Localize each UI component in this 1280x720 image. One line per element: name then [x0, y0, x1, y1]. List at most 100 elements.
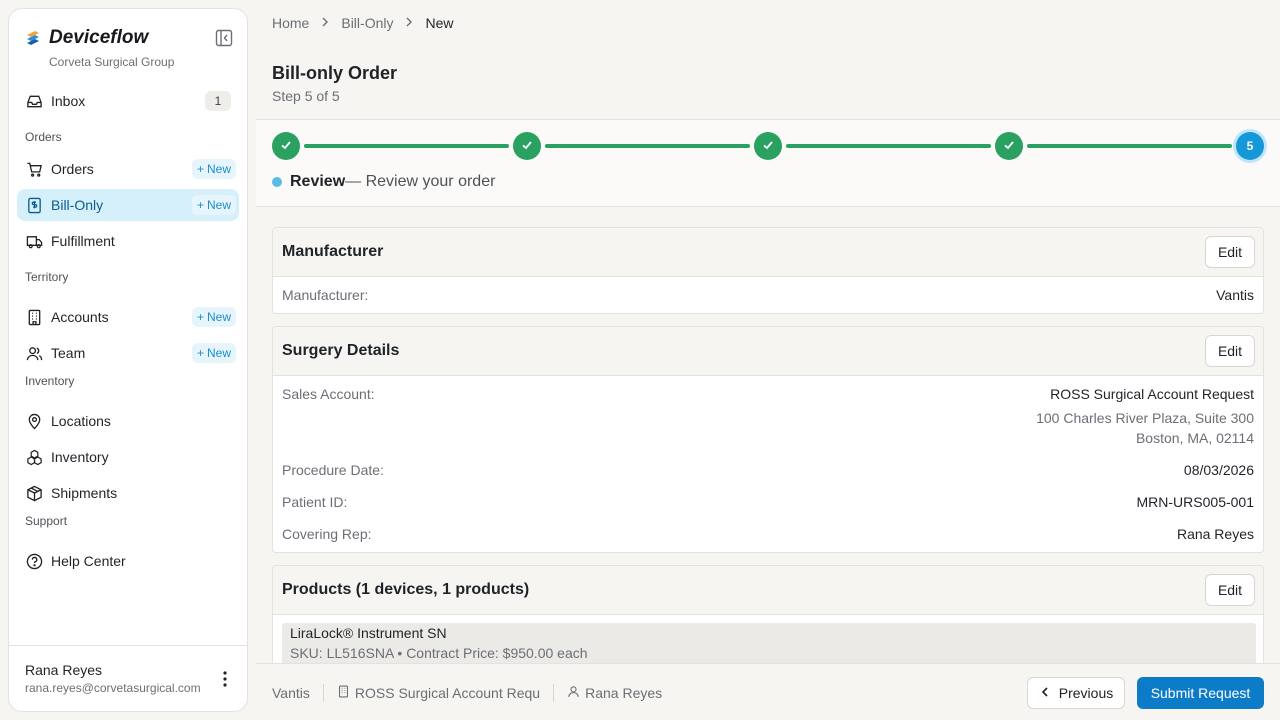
card-header: Surgery Details Edit — [273, 327, 1263, 376]
new-label: New — [206, 198, 231, 212]
sales-account-label: Sales Account: — [282, 386, 375, 402]
sales-account-value: ROSS Surgical Account Request — [1050, 386, 1254, 402]
brand[interactable]: Deviceflow — [25, 27, 148, 49]
inbox-count-badge: 1 — [205, 91, 231, 111]
order-summary: Vantis ROSS Surgical Account Requ Rana R… — [272, 684, 662, 702]
current-step-description: — Review your order — [345, 173, 496, 190]
sidebar-item-label: Inventory — [51, 449, 109, 465]
section-label-orders: Orders — [25, 130, 62, 144]
surgery-details-card: Surgery Details Edit Sales Account: ROSS… — [272, 326, 1264, 553]
chevron-left-icon — [1039, 685, 1051, 701]
section-label-support: Support — [25, 514, 68, 528]
summary-account: ROSS Surgical Account Requ — [337, 685, 540, 701]
summary-manufacturer: Vantis — [272, 685, 310, 701]
invoice-icon — [25, 196, 43, 214]
step-connector — [786, 144, 991, 148]
step-connector — [1027, 144, 1232, 148]
sidebar-item-label: Orders — [51, 161, 94, 177]
help-circle-icon — [25, 552, 43, 570]
plus-icon: + — [196, 198, 204, 212]
chevron-right-icon — [319, 15, 331, 31]
card-title: Products (1 devices, 1 products) — [282, 581, 530, 598]
step-2-complete[interactable] — [513, 132, 541, 160]
plus-icon: + — [196, 162, 204, 176]
plus-icon: + — [196, 310, 204, 324]
submit-request-button[interactable]: Submit Request — [1137, 677, 1264, 709]
deviceflow-logo-icon — [25, 30, 41, 46]
sidebar-item-locations[interactable]: Locations — [17, 405, 239, 437]
boxes-icon — [25, 448, 43, 466]
current-step-caption: Review — Review your order — [272, 173, 495, 191]
user-name: Rana Reyes — [25, 662, 103, 678]
sidebar-item-label: Help Center — [51, 553, 126, 569]
summary-account-text: ROSS Surgical Account Requ — [354, 685, 541, 701]
sidebar-item-fulfillment[interactable]: Fulfillment — [17, 225, 239, 257]
previous-label: Previous — [1058, 685, 1114, 701]
sidebar-item-inventory[interactable]: Inventory — [17, 441, 239, 473]
user-icon — [567, 685, 580, 701]
sidebar-item-label: Shipments — [51, 485, 118, 501]
procedure-date-label: Procedure Date: — [282, 462, 384, 478]
sidebar-item-label: Bill-Only — [51, 197, 104, 213]
account-address-line1: 100 Charles River Plaza, Suite 300 — [1036, 410, 1254, 426]
users-icon — [25, 344, 43, 362]
chevron-right-icon — [403, 15, 415, 31]
account-address-line2: Boston, MA, 02114 — [1135, 430, 1254, 446]
new-label: New — [206, 310, 231, 324]
sidebar-item-bill-only[interactable]: Bill-Only + New — [17, 189, 239, 221]
manufacturer-label: Manufacturer: — [282, 287, 369, 303]
breadcrumb-home[interactable]: Home — [272, 15, 309, 31]
check-icon — [1003, 139, 1015, 154]
sidebar-item-inbox[interactable]: Inbox 1 — [17, 85, 239, 117]
new-team-member-button[interactable]: + New — [191, 343, 236, 363]
breadcrumb: Home Bill-Only New — [272, 15, 454, 31]
breadcrumb-bill-only[interactable]: Bill-Only — [341, 15, 393, 31]
summary-rep: Rana Reyes — [567, 685, 662, 701]
sidebar-item-team[interactable]: Team + New — [17, 337, 239, 369]
brand-name: Deviceflow — [49, 27, 149, 48]
user-email: rana.reyes@corvetasurgical.com — [25, 681, 201, 695]
new-account-button[interactable]: + New — [191, 307, 236, 327]
manufacturer-card: Manufacturer Edit Manufacturer: Vantis — [272, 227, 1264, 314]
edit-products-button[interactable]: Edit — [1205, 574, 1255, 606]
breadcrumb-current: New — [425, 15, 454, 31]
page-step-indicator: Step 5 of 5 — [272, 88, 340, 104]
sidebar-item-accounts[interactable]: Accounts + New — [17, 301, 239, 333]
user-profile[interactable]: Rana Reyes rana.reyes@corvetasurgical.co… — [9, 645, 247, 711]
edit-surgery-details-button[interactable]: Edit — [1205, 335, 1255, 367]
card-header: Manufacturer Edit — [273, 228, 1263, 277]
step-connector — [545, 144, 750, 148]
sidebar-item-help-center[interactable]: Help Center — [17, 545, 239, 577]
check-icon — [762, 139, 774, 154]
covering-rep-value: Rana Reyes — [1176, 526, 1254, 542]
collapse-sidebar-icon[interactable] — [215, 29, 233, 47]
sidebar-item-shipments[interactable]: Shipments — [17, 477, 239, 509]
sidebar: Deviceflow Corveta Surgical Group Inbox … — [8, 8, 248, 712]
sidebar-item-label: Team — [51, 345, 86, 361]
patient-id-label: Patient ID: — [282, 494, 348, 510]
step-5-current[interactable]: 5 — [1236, 132, 1264, 160]
more-vertical-icon[interactable] — [217, 670, 233, 688]
sidebar-item-label: Accounts — [51, 309, 109, 325]
sidebar-item-orders[interactable]: Orders + New — [17, 153, 239, 185]
procedure-date-value: 08/03/2026 — [1183, 462, 1254, 478]
new-order-button[interactable]: + New — [191, 159, 236, 179]
new-label: New — [206, 162, 231, 176]
new-bill-only-button[interactable]: + New — [191, 195, 236, 215]
step-1-complete[interactable] — [272, 132, 300, 160]
sidebar-item-label: Fulfillment — [51, 233, 115, 249]
step-3-complete[interactable] — [754, 132, 782, 160]
progress-stepper: 5 Review — Review your order — [256, 119, 1280, 207]
organization-name: Corveta Surgical Group — [49, 55, 175, 69]
summary-rep-text: Rana Reyes — [585, 685, 663, 701]
step-4-complete[interactable] — [995, 132, 1023, 160]
previous-button[interactable]: Previous — [1027, 677, 1125, 709]
step-connector — [304, 144, 509, 148]
cart-icon — [25, 160, 43, 178]
check-icon — [280, 139, 292, 154]
building-icon — [25, 308, 43, 326]
card-title: Surgery Details — [282, 342, 400, 359]
covering-rep-label: Covering Rep: — [282, 526, 372, 542]
edit-manufacturer-button[interactable]: Edit — [1205, 236, 1255, 268]
building-icon — [337, 685, 350, 701]
